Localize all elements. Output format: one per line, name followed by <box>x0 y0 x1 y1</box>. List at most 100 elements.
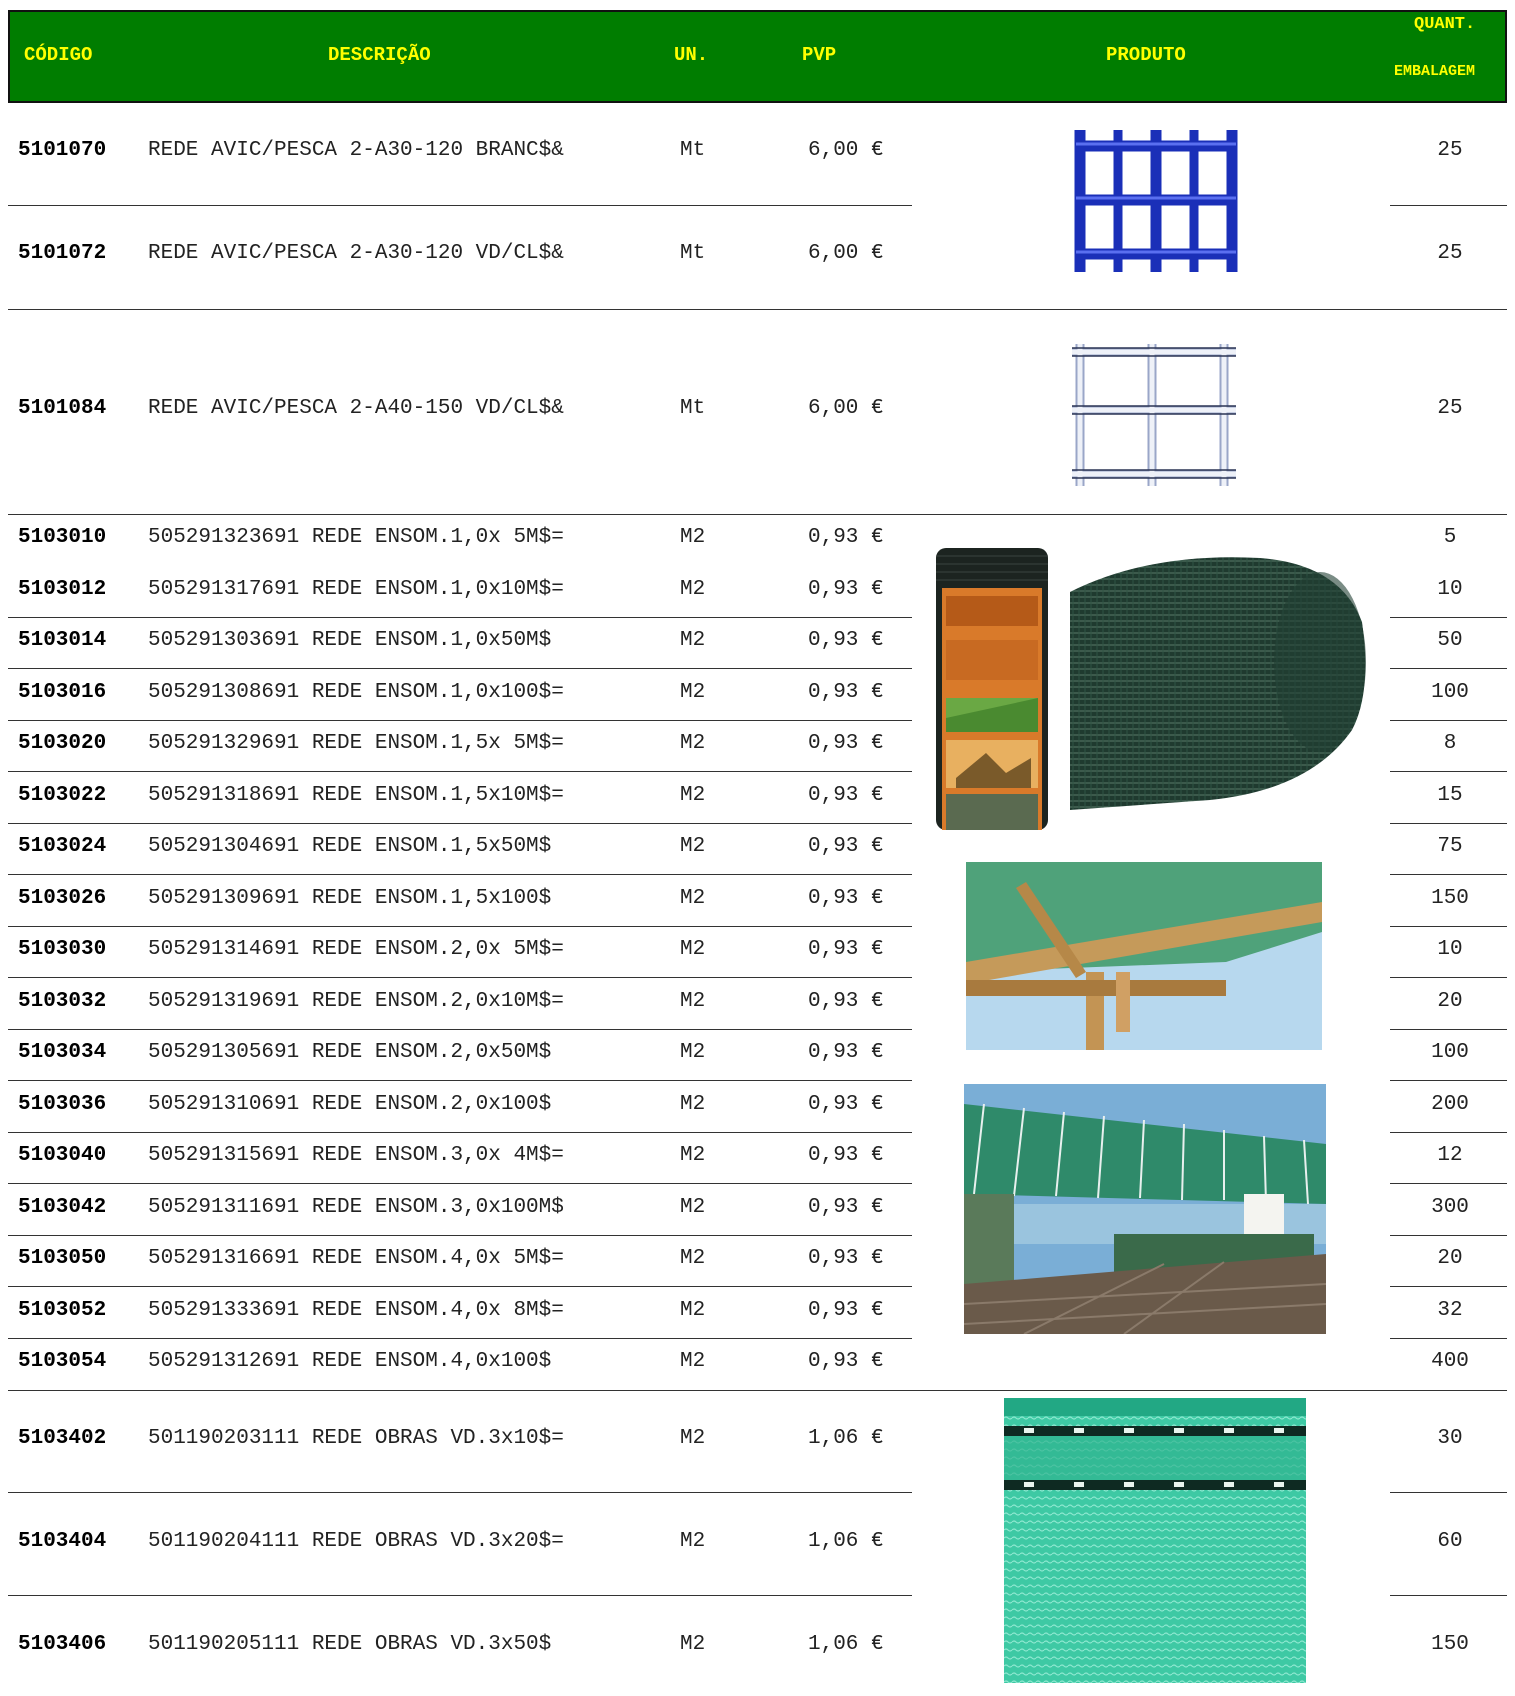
row-divider <box>8 977 912 978</box>
unit-cell: M2 <box>680 1093 706 1116</box>
code-cell: 5103404 <box>18 1530 107 1553</box>
code-cell: 5101084 <box>18 397 107 420</box>
unit-cell: M2 <box>680 1144 706 1167</box>
row-divider <box>8 874 912 875</box>
shade-net-roll-image <box>1070 552 1372 810</box>
price-cell: 0,93 € <box>808 1350 884 1373</box>
quantity-cell: 150 <box>1431 1633 1469 1656</box>
row-divider <box>8 309 1507 310</box>
unit-cell: M2 <box>680 1633 706 1656</box>
code-cell: 5103032 <box>18 990 107 1013</box>
code-cell: 5103040 <box>18 1144 107 1167</box>
description-cell: 505291329691 REDE ENSOM.1,5x 5M$= <box>148 732 564 755</box>
price-cell: 0,93 € <box>808 1093 884 1116</box>
row-divider <box>1390 720 1507 721</box>
price-cell: 6,00 € <box>808 242 884 265</box>
price-cell: 0,93 € <box>808 784 884 807</box>
row-divider <box>1390 977 1507 978</box>
quantity-cell: 400 <box>1431 1350 1469 1373</box>
quantity-cell: 60 <box>1437 1530 1463 1553</box>
price-cell: 6,00 € <box>808 139 884 162</box>
unit-cell: M2 <box>680 629 706 652</box>
row-divider <box>1390 617 1507 618</box>
price-cell: 1,06 € <box>808 1427 884 1450</box>
quantity-cell: 50 <box>1437 629 1463 652</box>
row-divider <box>1390 823 1507 824</box>
row-divider <box>8 514 1507 515</box>
blue-plastic-mesh-image <box>1072 126 1240 274</box>
row-divider <box>1390 1132 1507 1133</box>
unit-cell: M2 <box>680 1299 706 1322</box>
quantity-cell: 150 <box>1431 887 1469 910</box>
row-divider <box>1390 1338 1507 1339</box>
description-cell: 505291317691 REDE ENSOM.1,0x10M$= <box>148 578 564 601</box>
table-header: CÓDIGO DESCRIÇÃO UN. PVP PRODUTO QUANT. … <box>8 10 1507 103</box>
quantity-cell: 300 <box>1431 1196 1469 1219</box>
header-code: CÓDIGO <box>24 44 93 66</box>
code-cell: 5103014 <box>18 629 107 652</box>
code-cell: 5103406 <box>18 1633 107 1656</box>
construction-net-image <box>1004 1398 1306 1683</box>
description-cell: REDE AVIC/PESCA 2-A40-150 VD/CL$& <box>148 397 564 420</box>
row-divider <box>1390 205 1507 206</box>
description-cell: 505291323691 REDE ENSOM.1,0x 5M$= <box>148 526 564 549</box>
price-cell: 1,06 € <box>808 1530 884 1553</box>
price-cell: 0,93 € <box>808 681 884 704</box>
quantity-cell: 25 <box>1437 242 1463 265</box>
description-cell: 505291305691 REDE ENSOM.2,0x50M$ <box>148 1041 552 1064</box>
unit-cell: M2 <box>680 1530 706 1553</box>
row-divider <box>1390 1029 1507 1030</box>
unit-cell: M2 <box>680 938 706 961</box>
row-divider <box>8 720 912 721</box>
description-cell: REDE AVIC/PESCA 2-A30-120 VD/CL$& <box>148 242 564 265</box>
price-cell: 0,93 € <box>808 578 884 601</box>
row-divider <box>8 926 912 927</box>
row-divider <box>8 1080 912 1081</box>
description-cell: 505291318691 REDE ENSOM.1,5x10M$= <box>148 784 564 807</box>
code-cell: 5103016 <box>18 681 107 704</box>
code-cell: 5103026 <box>18 887 107 910</box>
code-cell: 5101070 <box>18 139 107 162</box>
quantity-cell: 200 <box>1431 1093 1469 1116</box>
unit-cell: M2 <box>680 887 706 910</box>
row-divider <box>1390 668 1507 669</box>
description-cell: 501190204111 REDE OBRAS VD.3x20$= <box>148 1530 564 1553</box>
row-divider <box>1390 874 1507 875</box>
price-cell: 0,93 € <box>808 1196 884 1219</box>
code-cell: 5103024 <box>18 835 107 858</box>
unit-cell: M2 <box>680 681 706 704</box>
quantity-cell: 100 <box>1431 1041 1469 1064</box>
description-cell: 501190205111 REDE OBRAS VD.3x50$ <box>148 1633 552 1656</box>
pergola-terrace-shade-image <box>964 1084 1326 1334</box>
shade-net-package-image <box>936 548 1048 830</box>
description-cell: 505291311691 REDE ENSOM.3,0x100M$ <box>148 1196 564 1219</box>
header-price: PVP <box>802 44 837 66</box>
code-cell: 5103012 <box>18 578 107 601</box>
quantity-cell: 12 <box>1437 1144 1463 1167</box>
price-cell: 1,06 € <box>808 1633 884 1656</box>
header-qty-line1: QUANT. <box>1414 15 1476 34</box>
unit-cell: M2 <box>680 578 706 601</box>
quantity-cell: 100 <box>1431 681 1469 704</box>
row-divider <box>1390 1080 1507 1081</box>
price-cell: 0,93 € <box>808 732 884 755</box>
description-cell: 501190203111 REDE OBRAS VD.3x10$= <box>148 1427 564 1450</box>
row-divider <box>1390 1492 1507 1493</box>
unit-cell: Mt <box>680 242 706 265</box>
row-divider <box>8 1595 912 1596</box>
price-cell: 0,93 € <box>808 526 884 549</box>
code-cell: 5103010 <box>18 526 107 549</box>
description-cell: REDE AVIC/PESCA 2-A30-120 BRANC$& <box>148 139 564 162</box>
pergola-wood-shade-image <box>966 862 1322 1050</box>
description-cell: 505291310691 REDE ENSOM.2,0x100$ <box>148 1093 552 1116</box>
row-divider <box>1390 1183 1507 1184</box>
description-cell: 505291308691 REDE ENSOM.1,0x100$= <box>148 681 564 704</box>
header-description: DESCRIÇÃO <box>328 44 431 66</box>
row-divider <box>8 617 912 618</box>
row-divider <box>8 668 912 669</box>
quantity-cell: 32 <box>1437 1299 1463 1322</box>
unit-cell: M2 <box>680 990 706 1013</box>
price-cell: 0,93 € <box>808 835 884 858</box>
quantity-cell: 20 <box>1437 1247 1463 1270</box>
code-cell: 5103022 <box>18 784 107 807</box>
